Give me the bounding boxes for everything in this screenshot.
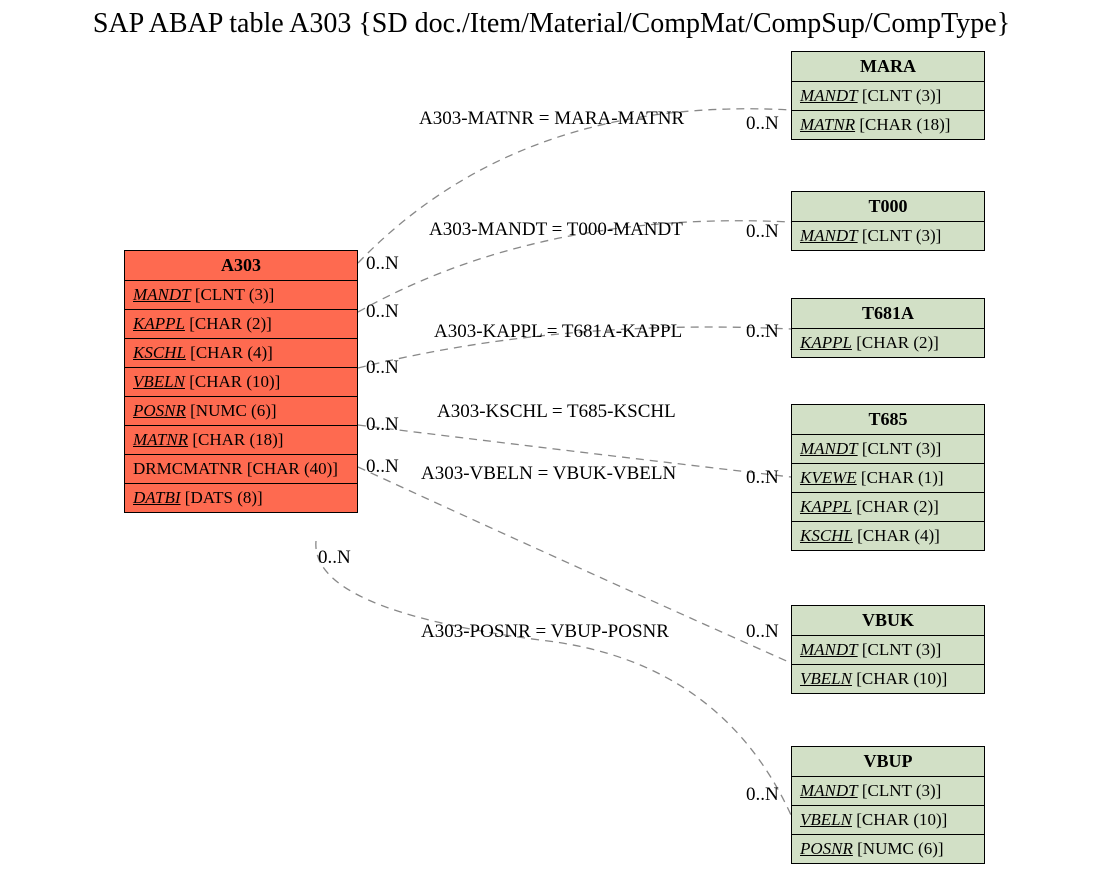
- entity-field: VBELN [CHAR (10)]: [792, 806, 984, 835]
- entity-a303: A303MANDT [CLNT (3)]KAPPL [CHAR (2)]KSCH…: [124, 250, 358, 513]
- entity-field: POSNR [NUMC (6)]: [792, 835, 984, 863]
- entity-field: POSNR [NUMC (6)]: [125, 397, 357, 426]
- entity-header: T000: [792, 192, 984, 222]
- relation-label: A303-KSCHL = T685-KSCHL: [437, 401, 676, 423]
- cardinality: 0..N: [746, 467, 779, 489]
- entity-field: DRMCMATNR [CHAR (40)]: [125, 455, 357, 484]
- cardinality: 0..N: [366, 357, 399, 379]
- entity-field: MATNR [CHAR (18)]: [792, 111, 984, 139]
- entity-field: KAPPL [CHAR (2)]: [792, 493, 984, 522]
- entity-field: KAPPL [CHAR (2)]: [125, 310, 357, 339]
- cardinality: 0..N: [746, 621, 779, 643]
- entity-header: VBUK: [792, 606, 984, 636]
- relation-label: A303-MATNR = MARA-MATNR: [419, 108, 684, 130]
- entity-mara: MARAMANDT [CLNT (3)]MATNR [CHAR (18)]: [791, 51, 985, 140]
- entity-field: VBELN [CHAR (10)]: [125, 368, 357, 397]
- entity-field: MANDT [CLNT (3)]: [792, 636, 984, 665]
- relation-label: A303-VBELN = VBUK-VBELN: [421, 463, 676, 485]
- entity-field: MANDT [CLNT (3)]: [125, 281, 357, 310]
- entity-field: MANDT [CLNT (3)]: [792, 435, 984, 464]
- entity-field: MANDT [CLNT (3)]: [792, 777, 984, 806]
- entity-field: KSCHL [CHAR (4)]: [125, 339, 357, 368]
- entity-header: T681A: [792, 299, 984, 329]
- cardinality: 0..N: [318, 547, 351, 569]
- entity-field: KSCHL [CHAR (4)]: [792, 522, 984, 550]
- cardinality: 0..N: [366, 414, 399, 436]
- entity-field: KVEWE [CHAR (1)]: [792, 464, 984, 493]
- relation-label: A303-MANDT = T000-MANDT: [429, 219, 683, 241]
- entity-vbuk: VBUKMANDT [CLNT (3)]VBELN [CHAR (10)]: [791, 605, 985, 694]
- entity-t685: T685MANDT [CLNT (3)]KVEWE [CHAR (1)]KAPP…: [791, 404, 985, 551]
- entity-header: MARA: [792, 52, 984, 82]
- diagram-title: SAP ABAP table A303 {SD doc./Item/Materi…: [0, 8, 1103, 40]
- entity-header: A303: [125, 251, 357, 281]
- entity-header: VBUP: [792, 747, 984, 777]
- entity-t000: T000MANDT [CLNT (3)]: [791, 191, 985, 251]
- cardinality: 0..N: [746, 784, 779, 806]
- relation-label: A303-POSNR = VBUP-POSNR: [421, 621, 669, 643]
- cardinality: 0..N: [746, 221, 779, 243]
- cardinality: 0..N: [366, 301, 399, 323]
- entity-field: MATNR [CHAR (18)]: [125, 426, 357, 455]
- entity-header: T685: [792, 405, 984, 435]
- cardinality: 0..N: [366, 456, 399, 478]
- cardinality: 0..N: [746, 113, 779, 135]
- entity-field: DATBI [DATS (8)]: [125, 484, 357, 512]
- entity-vbup: VBUPMANDT [CLNT (3)]VBELN [CHAR (10)]POS…: [791, 746, 985, 864]
- entity-t681a: T681AKAPPL [CHAR (2)]: [791, 298, 985, 358]
- entity-field: KAPPL [CHAR (2)]: [792, 329, 984, 357]
- cardinality: 0..N: [366, 253, 399, 275]
- relation-label: A303-KAPPL = T681A-KAPPL: [434, 321, 682, 343]
- entity-field: MANDT [CLNT (3)]: [792, 82, 984, 111]
- entity-field: VBELN [CHAR (10)]: [792, 665, 984, 693]
- entity-field: MANDT [CLNT (3)]: [792, 222, 984, 250]
- cardinality: 0..N: [746, 321, 779, 343]
